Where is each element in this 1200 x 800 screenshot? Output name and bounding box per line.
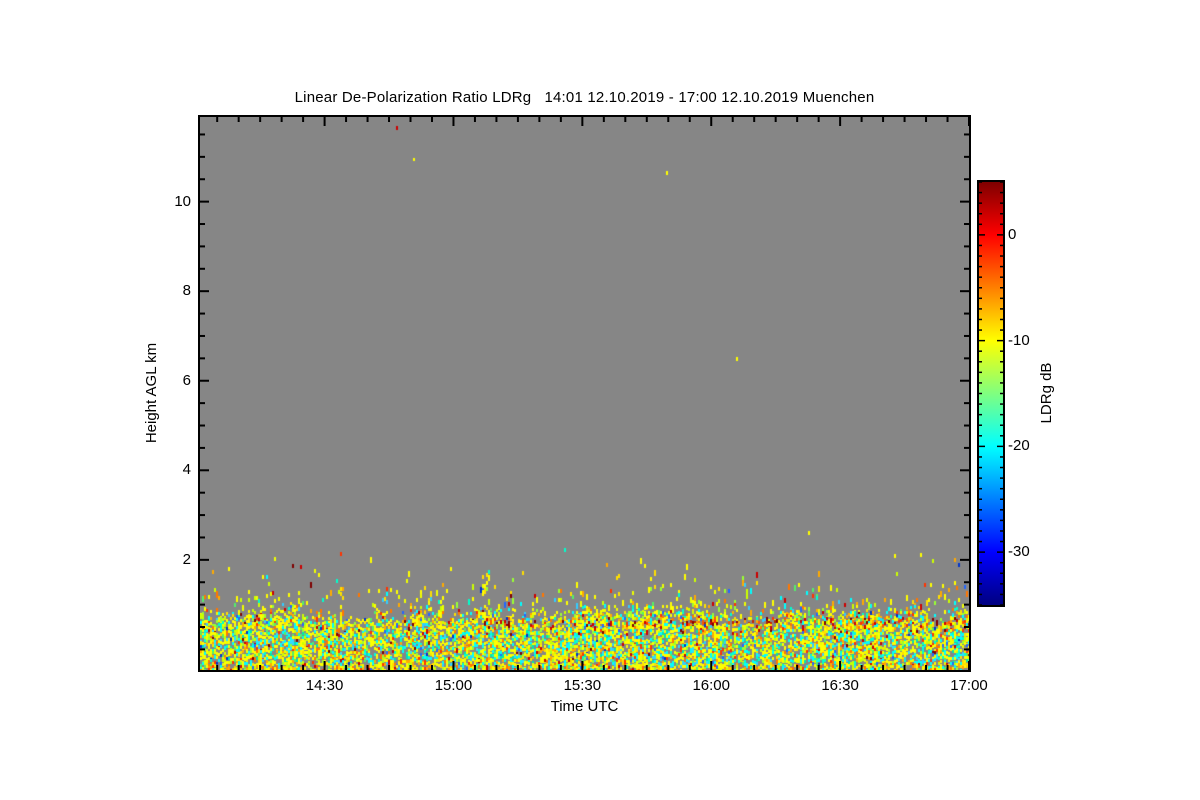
colorbar — [977, 180, 1005, 607]
y-tick-label: 2 — [182, 550, 191, 568]
y-tick-label: 8 — [182, 282, 191, 300]
figure: Linear De-Polarization Ratio LDRg 14:01 … — [0, 0, 1200, 800]
colorbar-label: LDRg dB — [1038, 362, 1055, 424]
x-tick-label: 15:30 — [563, 677, 602, 694]
colorbar-gradient — [979, 182, 1003, 605]
colorbar-tick-label: 0 — [1008, 225, 1017, 243]
y-tick-label: 6 — [182, 371, 191, 389]
x-tick-label: 16:30 — [821, 677, 859, 694]
heatmap-canvas — [200, 117, 969, 670]
plot-area — [198, 115, 971, 672]
y-tick-label: 4 — [182, 461, 191, 479]
y-axis-label: Height AGL km — [143, 342, 160, 444]
colorbar-tick-label: -30 — [1008, 543, 1030, 561]
colorbar-tick-label: -10 — [1008, 331, 1030, 349]
x-tick-label: 15:00 — [434, 677, 473, 694]
colorbar-tick-label: -20 — [1008, 437, 1030, 455]
x-tick-label: 16:00 — [692, 677, 730, 694]
x-tick-label: 17:00 — [950, 677, 988, 694]
x-axis-label: Time UTC — [550, 698, 619, 715]
y-tick-label: 10 — [174, 192, 191, 210]
chart-title: Linear De-Polarization Ratio LDRg 14:01 … — [294, 89, 875, 106]
x-tick-label: 14:30 — [305, 677, 344, 694]
